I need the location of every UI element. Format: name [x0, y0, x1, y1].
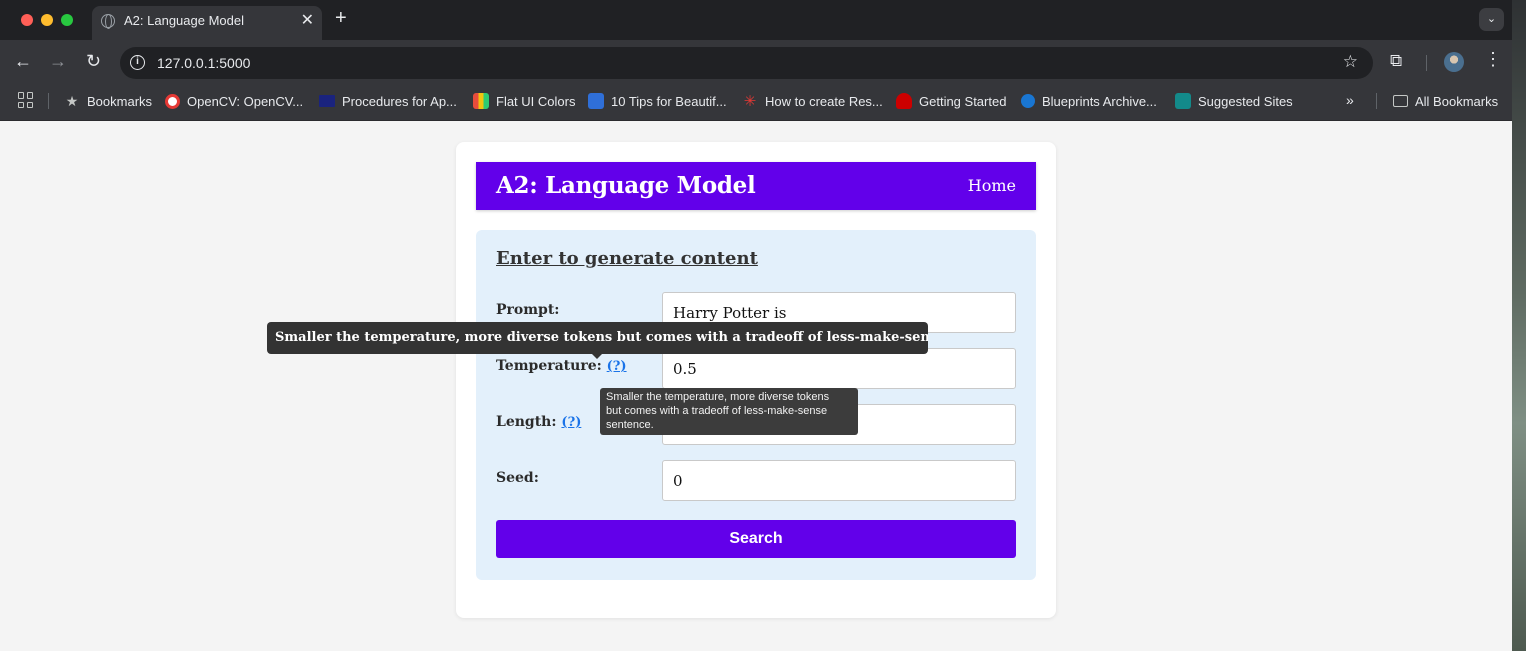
- flat-ui-colors-favicon-icon: [473, 93, 489, 109]
- temperature-input[interactable]: [662, 348, 1016, 389]
- toolbar-divider: [1426, 55, 1427, 71]
- form-heading: Enter to generate content: [496, 248, 758, 269]
- bookmark-label: 10 Tips for Beautif...: [611, 93, 727, 109]
- profile-avatar[interactable]: [1444, 52, 1464, 72]
- page-viewport: A2: Language Model Home Enter to generat…: [0, 121, 1512, 651]
- forward-arrow-icon[interactable]: →: [49, 51, 67, 72]
- folder-icon: [1393, 95, 1408, 107]
- tab-bar: A2: Language Model ✕ + ⌄: [0, 0, 1512, 40]
- temperature-label: Temperature: (?): [496, 358, 627, 374]
- bookmark-label: Bookmarks: [87, 93, 153, 109]
- nav-home-link[interactable]: Home: [968, 176, 1016, 195]
- browser-menu-kebab-icon[interactable]: ⋮: [1484, 49, 1502, 70]
- bookmark-item[interactable]: ★ Bookmarks: [64, 92, 152, 110]
- desktop-wallpaper-strip: [1512, 0, 1526, 651]
- all-bookmarks-button[interactable]: All Bookmarks: [1393, 92, 1498, 110]
- bookmark-label: Flat UI Colors: [496, 93, 576, 109]
- length-label: Length: (?): [496, 414, 581, 430]
- active-tab[interactable]: A2: Language Model ✕: [92, 6, 322, 40]
- bookmark-label: Blueprints Archive...: [1042, 93, 1157, 109]
- extensions-puzzle-icon[interactable]: ⧉: [1390, 51, 1402, 71]
- search-button[interactable]: Search: [496, 520, 1016, 558]
- seed-input[interactable]: [662, 460, 1016, 501]
- bookmark-label: How to create Res...: [765, 93, 883, 109]
- reload-icon[interactable]: ↻: [86, 51, 101, 72]
- tooltip-arrow: [592, 354, 602, 359]
- bookmark-label: Getting Started: [919, 93, 1007, 109]
- bookmark-star-icon[interactable]: ☆: [1343, 52, 1358, 72]
- prompt-label: Prompt:: [496, 302, 560, 318]
- tooltip-line: but comes with a tradeoff of less-make-s…: [606, 405, 828, 417]
- bookmark-item[interactable]: Procedures for Ap...: [319, 92, 457, 110]
- address-bar[interactable]: i 127.0.0.1:5000 ☆: [120, 47, 1373, 79]
- bookmark-item[interactable]: Getting Started: [896, 92, 1006, 110]
- app-title: A2: Language Model: [496, 172, 756, 199]
- bookmark-label: OpenCV: OpenCV...: [187, 93, 304, 109]
- new-tab-icon[interactable]: +: [335, 7, 347, 30]
- tab-close-icon[interactable]: ✕: [301, 10, 314, 30]
- temperature-tooltip-small: Smaller the temperature, more diverse to…: [600, 388, 858, 435]
- close-window-button[interactable]: [21, 14, 33, 26]
- tooltip-line: Smaller the temperature, more diverse to…: [606, 391, 830, 403]
- opencv-favicon-icon: [165, 93, 180, 109]
- bookmark-item[interactable]: Blueprints Archive...: [1021, 92, 1157, 110]
- bing-favicon-icon: [1175, 93, 1191, 109]
- address-url[interactable]: 127.0.0.1:5000: [157, 55, 250, 71]
- temperature-label-text: Temperature:: [496, 358, 602, 374]
- bookmarks-bar: ★ Bookmarks OpenCV: OpenCV... Procedures…: [0, 84, 1512, 121]
- apps-grid-icon[interactable]: [18, 92, 34, 108]
- bookmark-item[interactable]: ✳ How to create Res...: [742, 92, 883, 110]
- bookmark-item[interactable]: Flat UI Colors: [473, 92, 575, 110]
- site-info-icon[interactable]: i: [130, 55, 145, 70]
- bookmark-item[interactable]: Suggested Sites: [1175, 92, 1293, 110]
- redhat-favicon-icon: [896, 93, 912, 109]
- all-bookmarks-label: All Bookmarks: [1415, 93, 1499, 109]
- bookmarks-divider: [1376, 93, 1377, 109]
- tab-search-chevron-icon[interactable]: ⌄: [1479, 8, 1504, 31]
- back-arrow-icon[interactable]: ←: [14, 51, 32, 72]
- bookmark-label: Suggested Sites: [1198, 93, 1293, 109]
- temperature-help-link[interactable]: (?): [607, 359, 627, 374]
- bookmark-item[interactable]: 10 Tips for Beautif...: [588, 92, 727, 110]
- asterisk-favicon-icon: ✳: [743, 93, 757, 110]
- bookmarks-divider: [48, 93, 49, 109]
- main-card: A2: Language Model Home Enter to generat…: [456, 142, 1056, 618]
- star-icon: ★: [65, 92, 79, 109]
- app-header: A2: Language Model Home: [476, 162, 1036, 210]
- tooltip-line: sentence.: [606, 419, 654, 431]
- globe-icon: [101, 14, 115, 29]
- seed-label: Seed:: [496, 470, 539, 486]
- browser-toolbar: ← → ↻ i 127.0.0.1:5000 ☆ ⧉ ⋮: [0, 40, 1512, 84]
- blueprints-favicon-icon: [1021, 94, 1035, 108]
- length-label-text: Length:: [496, 414, 557, 430]
- bookmark-item[interactable]: OpenCV: OpenCV...: [165, 92, 303, 110]
- length-help-link[interactable]: (?): [561, 415, 581, 430]
- adb-favicon-icon: [319, 95, 335, 107]
- temperature-tooltip-large: Smaller the temperature, more diverse to…: [267, 322, 928, 354]
- tab-title: A2: Language Model: [124, 13, 244, 28]
- maximize-window-button[interactable]: [61, 14, 73, 26]
- tips-favicon-icon: [588, 93, 604, 109]
- minimize-window-button[interactable]: [41, 14, 53, 26]
- bookmark-label: Procedures for Ap...: [342, 93, 457, 109]
- more-bookmarks-chevron-icon[interactable]: »: [1346, 92, 1354, 108]
